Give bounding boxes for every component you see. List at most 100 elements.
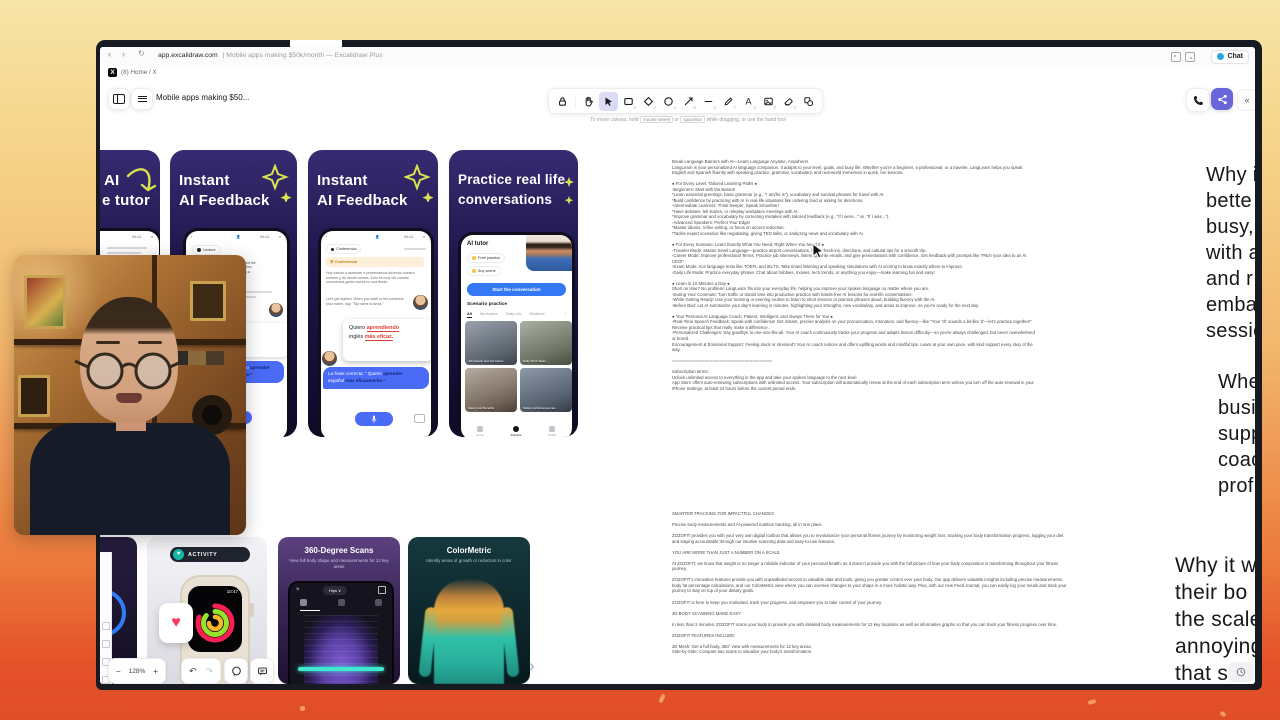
clock-icon: [1236, 667, 1246, 677]
back-icon[interactable]: ‹: [108, 49, 111, 59]
ellipse-tool[interactable]: 4: [659, 92, 678, 111]
reload-icon[interactable]: ↻: [138, 49, 145, 58]
appstore-card-practice[interactable]: Practice real life conversations AI tuto…: [449, 150, 578, 437]
redo-button[interactable]: ↷: [206, 666, 214, 677]
scenario-tile[interactable]: Salary and Benefits: [465, 368, 517, 412]
undo-button[interactable]: ↶: [189, 666, 197, 677]
image-tool[interactable]: 9: [759, 92, 778, 111]
document-name[interactable]: Mobile apps making $50...: [156, 93, 249, 102]
video-frame: ‹ › ↻ app.excalidraw.com | Mobile apps m…: [0, 0, 1280, 720]
zozofit-description-text[interactable]: SMARTER TRACKING FOR IMPACTFUL CHANGES P…: [672, 511, 1069, 655]
history-controls: ↶ ↷: [181, 658, 221, 684]
scenario-section-title: Scenario practice: [467, 302, 507, 307]
arm-left: [418, 607, 437, 678]
phone-statusbar: 04:14≡: [100, 235, 155, 243]
heart-icon: ♥: [171, 614, 181, 632]
glasses-icon: [73, 349, 185, 393]
line-tool[interactable]: 6: [699, 92, 718, 111]
zozofit-card-scans[interactable]: 360-Degree Scans View full body shape an…: [278, 537, 400, 684]
tab-label[interactable]: (8) Home / X: [121, 69, 157, 76]
diamond-tool[interactable]: 3: [639, 92, 658, 111]
feedback-button[interactable]: [250, 658, 274, 684]
scenario-tile[interactable]: Job Search and Interviews: [465, 321, 517, 365]
draw-tool[interactable]: 7: [719, 92, 738, 111]
collapse-icon: «: [1244, 95, 1249, 105]
scenario-tile[interactable]: Safety and Emergencies: [520, 368, 572, 412]
lecture-chip: Lecture: [192, 245, 221, 255]
mouse-cursor: [812, 243, 824, 259]
lock-tool[interactable]: [553, 92, 572, 111]
lesson-banner: ☰ Conferencia: [326, 257, 424, 267]
zozofit-card-colormetric[interactable]: ColorMetric Identify areas of growth or …: [408, 537, 530, 684]
handwritten-note-2[interactable]: Wher busi supp coac prof: [1218, 369, 1255, 499]
english-paragraph: Let's get started. When you want to tell…: [326, 297, 404, 306]
mic-button[interactable]: [355, 412, 393, 426]
correction-bubble: La frase correcta: " Quiero aprender esp…: [323, 367, 429, 389]
keyboard-icon[interactable]: [414, 414, 425, 423]
profile-icon: [549, 426, 555, 432]
sparkle-doodle: [404, 164, 434, 202]
rectangle-tool[interactable]: 2: [619, 92, 638, 111]
start-conversation-button[interactable]: Start the conversation: [467, 283, 566, 296]
zoom-in-button[interactable]: +: [153, 667, 158, 676]
card-title: ColorMetric: [408, 546, 530, 555]
person-brow: [138, 341, 162, 344]
hips-dropdown[interactable]: Hips ∨: [323, 586, 347, 595]
phone-mockup: ‹👤04:14≡ Conferencia ☰ Conferencia Hoy v…: [318, 228, 434, 437]
menu-button[interactable]: [131, 88, 153, 110]
history-button[interactable]: [1228, 662, 1254, 682]
tab-daily-life[interactable]: Daily Life: [506, 312, 522, 316]
shapes-tool[interactable]: [799, 92, 818, 111]
zoom-out-button[interactable]: −: [116, 667, 121, 676]
arrow-tool[interactable]: 5: [679, 92, 698, 111]
x-logo-icon[interactable]: X: [108, 68, 117, 77]
nav-profile[interactable]: Profile: [537, 426, 567, 437]
tutor-photo: [526, 235, 572, 271]
appstore-card-instant-feedback-2[interactable]: Instant AI Feedback ‹👤04:14≡ Conferencia…: [308, 150, 438, 437]
watch-screen: 10:47: [188, 586, 242, 652]
carousel-next-icon[interactable]: ›: [529, 656, 535, 676]
tab-workplace[interactable]: Workplace: [480, 312, 498, 316]
selection-tool[interactable]: 1: [599, 92, 618, 111]
nav-home[interactable]: Home: [465, 426, 495, 437]
tabs-more-icon[interactable]: ›: [565, 312, 566, 316]
langlearn-description-text[interactable]: Break Language Barriers with AI—Learn La…: [672, 159, 1037, 391]
hand-tool[interactable]: [579, 92, 598, 111]
zoom-controls: − 128% +: [108, 658, 166, 684]
address-bar[interactable]: app.excalidraw.com | Mobile apps making …: [158, 52, 383, 59]
extension-icon[interactable]: [1185, 52, 1195, 62]
tab-medicine[interactable]: Medicine: [530, 312, 545, 316]
picture-frame: [18, 375, 50, 417]
share-button[interactable]: [1211, 88, 1233, 110]
voice-call-button[interactable]: [1186, 88, 1210, 112]
free-practice-chip[interactable]: Free practice: [467, 253, 505, 263]
sparkle-doodle: [262, 164, 292, 202]
tab-all[interactable]: All: [467, 312, 472, 318]
phone-icon: [1193, 95, 1204, 106]
scenario-tile[interactable]: Daily Work Tasks: [520, 321, 572, 365]
sidebar-toggle-button[interactable]: [108, 88, 130, 110]
zoom-level[interactable]: 128%: [129, 668, 146, 675]
nav-practice[interactable]: Practice: [501, 426, 531, 437]
card-subtitle: View full body shape and measurements fo…: [286, 558, 392, 570]
collapse-sidebar-button[interactable]: «: [1237, 89, 1255, 111]
handwritten-note-1[interactable]: Why it bette busy, with a and r embar se…: [1206, 162, 1255, 344]
any-scene-chip[interactable]: Any scene: [467, 266, 501, 276]
comment-button[interactable]: [224, 658, 248, 684]
phone-mockup: AI tutor Free practice Any scene Start t…: [458, 232, 575, 437]
forward-icon[interactable]: ›: [122, 49, 125, 59]
person-head: [80, 297, 178, 423]
chat-button[interactable]: Chat: [1211, 50, 1249, 64]
url-title: | Mobile apps making $50k/month — Excali…: [223, 52, 383, 59]
share-icon: [1217, 94, 1228, 105]
eraser-tool[interactable]: 0: [779, 92, 798, 111]
divider: [575, 95, 576, 108]
excalidraw-canvas[interactable]: Mobile apps making $50... 1: [100, 80, 1255, 684]
text-tool[interactable]: A 8: [739, 92, 758, 111]
spanish-paragraph: Hoy vamos a aprender a presentarnos dici…: [326, 271, 420, 285]
export-icon: [378, 586, 386, 594]
microphone-icon: [371, 415, 377, 424]
phone-statusbar: ‹👤04:14≡: [325, 235, 427, 243]
tutor-avatar: [413, 295, 428, 310]
extension-icon[interactable]: [1171, 52, 1181, 62]
